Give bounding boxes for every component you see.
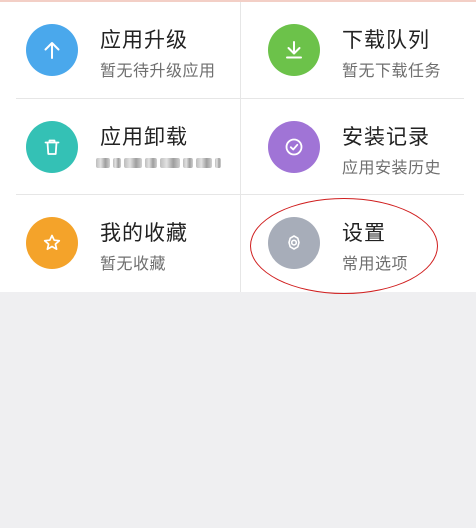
download-icon	[268, 24, 320, 76]
star-icon	[26, 217, 78, 269]
menu-item-title: 应用卸载	[100, 125, 188, 149]
menu-item-subtitle: 暂无待升级应用	[100, 61, 216, 80]
red-highlight-circle	[250, 198, 438, 294]
menu-item-install-history[interactable]: 安装记录 应用安装历史	[242, 99, 476, 195]
menu-item-subtitle: 暂无下载任务	[342, 61, 442, 80]
trash-icon	[26, 121, 78, 173]
redacted-subtitle	[96, 152, 228, 174]
menu-item-app-upgrade[interactable]: 应用升级 暂无待升级应用	[0, 2, 238, 98]
arrow-up-icon	[26, 24, 78, 76]
menu-item-download-queue[interactable]: 下载队列 暂无下载任务	[242, 2, 476, 98]
menu-item-title: 安装记录	[342, 125, 430, 149]
menu-item-title: 我的收藏	[100, 221, 188, 245]
menu-item-title: 应用升级	[100, 28, 188, 52]
menu-item-app-uninstall[interactable]: 应用卸载	[0, 99, 238, 195]
menu-item-subtitle: 暂无收藏	[100, 254, 167, 273]
column-divider	[240, 2, 241, 292]
check-circle-icon	[268, 121, 320, 173]
menu-item-favorites[interactable]: 我的收藏 暂无收藏	[0, 195, 238, 291]
menu-item-subtitle: 应用安装历史	[342, 158, 442, 177]
menu-item-title: 下载队列	[342, 28, 430, 52]
